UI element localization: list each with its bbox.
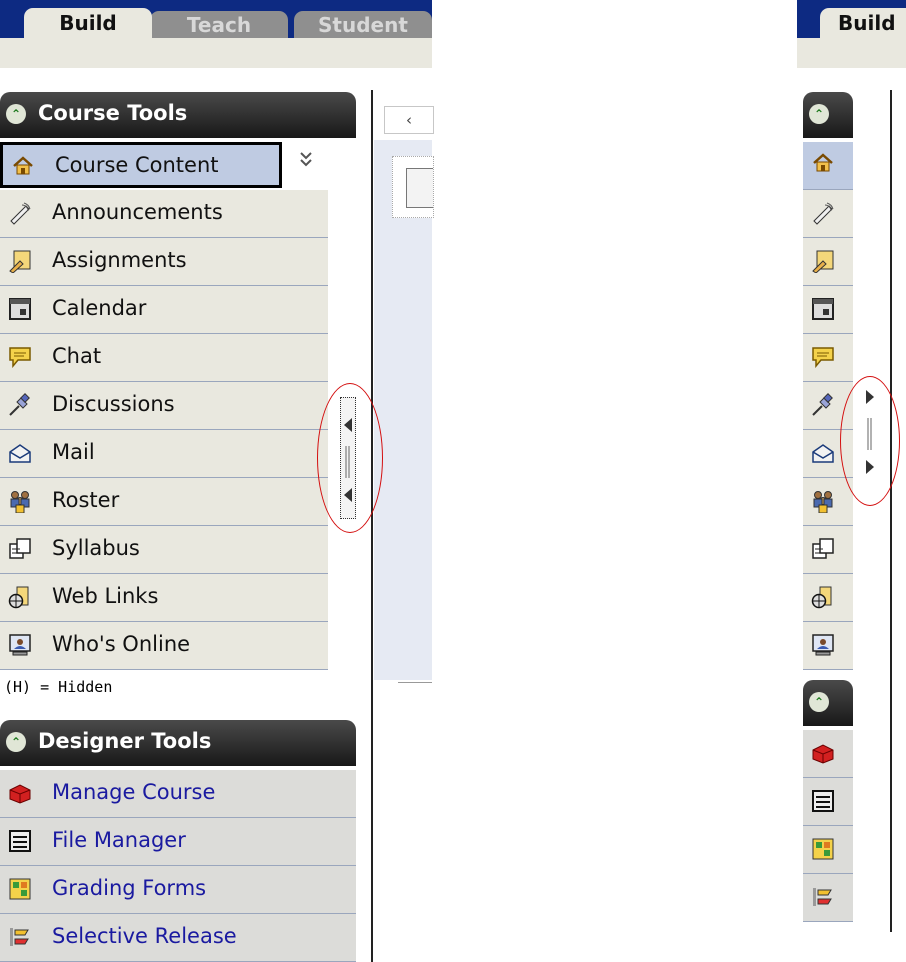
divider-line-collapsed <box>890 90 892 932</box>
mail-icon <box>811 441 835 465</box>
double-chevron-down-icon[interactable] <box>284 142 328 188</box>
pushpin-icon <box>8 393 32 417</box>
sidebar-item-mail[interactable]: Mail <box>0 430 328 478</box>
assignment-icon <box>8 249 32 273</box>
file-manager-icon <box>811 789 835 813</box>
sidebar-item-calendar-collapsed[interactable] <box>803 286 853 334</box>
sidebar-item-roster[interactable]: Roster <box>0 478 328 526</box>
sidebar-item-course-content-collapsed[interactable] <box>803 142 853 190</box>
sidebar-item-manage-course[interactable]: Manage Course <box>0 770 356 818</box>
sidebar-item-label: Grading Forms <box>52 876 207 900</box>
sidebar-item-assignments-collapsed[interactable] <box>803 238 853 286</box>
sidebar-item-label: Manage Course <box>52 780 216 804</box>
tab-underbar <box>0 38 432 68</box>
syllabus-icon <box>811 537 835 561</box>
tab-build-collapsed[interactable]: Build <box>820 8 906 38</box>
content-button[interactable] <box>406 168 433 208</box>
sidebar-item-selective-release[interactable]: Selective Release <box>0 914 356 962</box>
toolbox-icon <box>811 741 835 765</box>
collapse-icon[interactable]: ⌃ <box>6 732 26 752</box>
sidebar-item-announcements-collapsed[interactable] <box>803 190 853 238</box>
syllabus-icon <box>8 537 32 561</box>
sidebar-item-assignments[interactable]: Assignments <box>0 238 328 286</box>
course-tools-header-collapsed[interactable]: ⌃ <box>803 92 853 138</box>
megaphone-icon <box>811 201 835 225</box>
sidebar-item-course-content[interactable]: Course Content <box>0 142 282 188</box>
sidebar-item-label: Who's Online <box>52 632 191 656</box>
sidebar-item-grading-forms-collapsed[interactable] <box>803 826 853 874</box>
grading-forms-icon <box>811 837 835 861</box>
calendar-icon <box>811 297 835 321</box>
file-manager-icon <box>8 829 32 853</box>
tab-teach[interactable]: Teach <box>150 11 288 38</box>
course-tools-header[interactable]: ⌃ Course Tools <box>0 92 356 138</box>
calendar-icon <box>8 297 32 321</box>
sidebar-item-label: Assignments <box>52 248 187 272</box>
designer-tools-title: Designer Tools <box>38 729 212 753</box>
sidebar-item-label: Selective Release <box>52 924 237 948</box>
sidebar-item-label: Calendar <box>52 296 147 320</box>
online-icon <box>811 633 835 657</box>
collapse-icon[interactable]: ⌃ <box>809 104 829 124</box>
sidebar-item-syllabus-collapsed[interactable] <box>803 526 853 574</box>
sidebar-item-file-manager[interactable]: File Manager <box>0 818 356 866</box>
tab-build[interactable]: Build <box>24 8 152 38</box>
sidebar-item-roster-collapsed[interactable] <box>803 478 853 526</box>
chat-icon <box>811 345 835 369</box>
sidebar-item-whos-online-collapsed[interactable] <box>803 622 853 670</box>
sidebar-item-label: Web Links <box>52 584 159 608</box>
sidebar-item-label: Announcements <box>52 200 223 224</box>
toolbox-icon <box>8 781 32 805</box>
sidebar-item-announcements[interactable]: Announcements <box>0 190 328 238</box>
content-toolbar-area <box>374 140 432 680</box>
selective-release-icon <box>8 925 32 949</box>
sidebar-item-file-manager-collapsed[interactable] <box>803 778 853 826</box>
mail-icon <box>8 441 32 465</box>
sidebar-item-chat[interactable]: Chat <box>0 334 328 382</box>
highlight-oval-collapsed <box>840 376 900 506</box>
tab-underbar-collapsed <box>797 38 906 68</box>
sidebar-item-whos-online[interactable]: Who's Online <box>0 622 328 670</box>
sidebar-item-label: Roster <box>52 488 120 512</box>
sidebar-item-label: Chat <box>52 344 102 368</box>
sidebar-item-selective-release-collapsed[interactable] <box>803 874 853 922</box>
megaphone-icon <box>8 201 32 225</box>
globe-icon <box>8 585 32 609</box>
globe-icon <box>811 585 835 609</box>
scroll-left-button[interactable]: ‹ <box>384 106 434 134</box>
people-icon <box>811 489 835 513</box>
divider-line <box>371 90 373 962</box>
sidebar-item-label: File Manager <box>52 828 186 852</box>
sidebar-item-chat-collapsed[interactable] <box>803 334 853 382</box>
sidebar-item-label: Mail <box>52 440 95 464</box>
collapse-icon[interactable]: ⌃ <box>6 104 26 124</box>
selective-release-icon <box>811 885 835 909</box>
sidebar-item-label: Course Content <box>55 153 219 177</box>
tab-student[interactable]: Student <box>294 11 432 38</box>
home-icon <box>11 154 35 178</box>
grading-forms-icon <box>8 877 32 901</box>
assignment-icon <box>811 249 835 273</box>
sidebar-item-manage-course-collapsed[interactable] <box>803 730 853 778</box>
chat-icon <box>8 345 32 369</box>
hidden-note: (H) = Hidden <box>4 678 113 696</box>
sidebar-item-label: Syllabus <box>52 536 140 560</box>
home-icon <box>811 151 835 175</box>
people-icon <box>8 489 32 513</box>
online-icon <box>8 633 32 657</box>
sidebar-item-label: Discussions <box>52 392 175 416</box>
sidebar-item-grading-forms[interactable]: Grading Forms <box>0 866 356 914</box>
content-divider <box>398 682 432 683</box>
pushpin-icon <box>811 393 835 417</box>
highlight-oval <box>317 383 383 533</box>
sidebar-item-web-links-collapsed[interactable] <box>803 574 853 622</box>
collapse-icon[interactable]: ⌃ <box>809 692 829 712</box>
sidebar-item-syllabus[interactable]: Syllabus <box>0 526 328 574</box>
sidebar-item-web-links[interactable]: Web Links <box>0 574 328 622</box>
sidebar-item-calendar[interactable]: Calendar <box>0 286 328 334</box>
sidebar-item-discussions[interactable]: Discussions <box>0 382 328 430</box>
designer-tools-header[interactable]: ⌃ Designer Tools <box>0 720 356 766</box>
designer-tools-header-collapsed[interactable]: ⌃ <box>803 680 853 726</box>
course-tools-title: Course Tools <box>38 101 188 125</box>
